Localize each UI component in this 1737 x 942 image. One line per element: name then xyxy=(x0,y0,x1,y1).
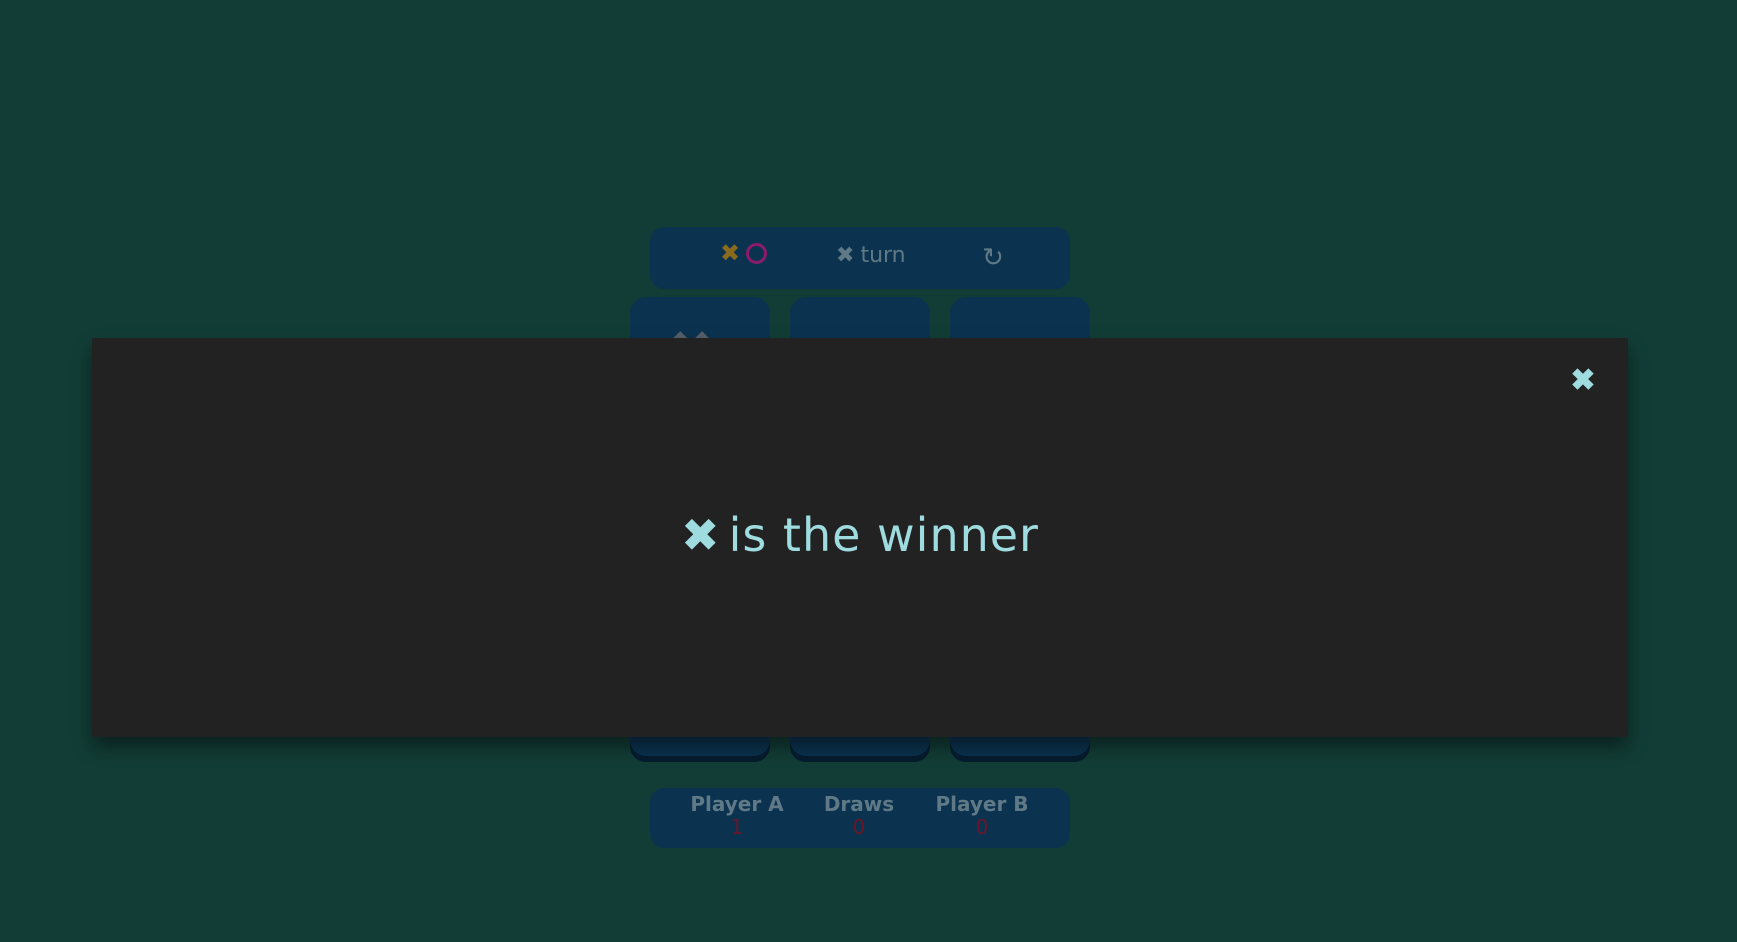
scoreboard: Player A 1 Draws 0 Player B 0 xyxy=(650,788,1070,848)
score-draws: Draws 0 xyxy=(799,792,919,838)
score-player-b: Player B 0 xyxy=(922,792,1042,838)
score-label: Player B xyxy=(935,792,1029,816)
winner-text: is the winner xyxy=(728,508,1039,562)
turn-x-icon: ✖ xyxy=(836,243,855,268)
winner-modal: ✖ ✖ is the winner xyxy=(92,338,1628,737)
restart-icon: ↻ xyxy=(982,242,1004,272)
modal-close-button[interactable]: ✖ xyxy=(1566,364,1600,398)
score-value: 1 xyxy=(730,815,744,839)
score-label: Player A xyxy=(690,792,784,816)
score-player-a: Player A 1 xyxy=(677,792,797,838)
close-icon: ✖ xyxy=(1570,364,1596,397)
winner-message: ✖ is the winner xyxy=(92,508,1628,562)
score-label: Draws xyxy=(823,792,895,816)
logo-o-icon xyxy=(746,242,768,264)
game-logo: ✖ xyxy=(720,239,768,267)
score-value: 0 xyxy=(975,815,989,839)
restart-button[interactable]: ↻ xyxy=(976,240,1010,274)
turn-label: turn xyxy=(860,243,906,268)
game-header: ✖ ✖ turn ↻ xyxy=(650,227,1070,289)
score-value: 0 xyxy=(852,815,866,839)
logo-x-icon: ✖ xyxy=(720,239,741,267)
winner-x-icon: ✖ xyxy=(681,508,721,562)
game-stage: ✖ ✖ turn ↻ ✖ Player A 1 Draws 0 Player B… xyxy=(0,0,1737,942)
turn-indicator: ✖ turn xyxy=(836,243,906,268)
